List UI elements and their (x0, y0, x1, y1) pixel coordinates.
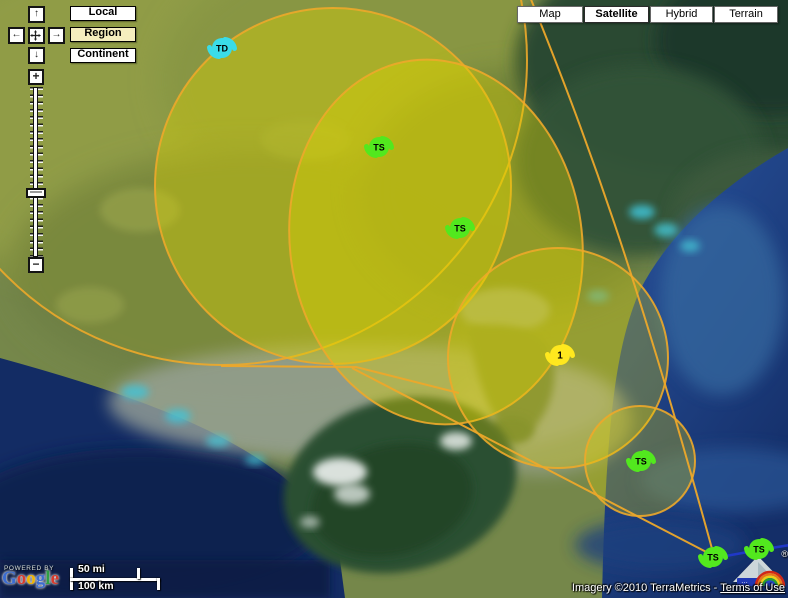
storm-marker-label: TS (635, 457, 647, 467)
map-type-map-button[interactable]: Map (517, 6, 583, 23)
arrow-up-icon: ↑ (34, 8, 39, 19)
scale-miles-label: 50 mi (78, 563, 105, 575)
move-cross-icon (30, 30, 41, 41)
storm-marker-label: TS (454, 224, 466, 234)
zoom-in-button[interactable]: + (28, 69, 44, 85)
map-type-hybrid-button[interactable]: Hybrid (650, 6, 713, 23)
map-type-satellite-button[interactable]: Satellite (584, 6, 649, 23)
imagery-copyright-text: Imagery ©2010 TerraMetrics - (572, 582, 720, 594)
google-logo-letter: o (17, 568, 27, 589)
google-logo-letter: g (36, 568, 46, 589)
view-level-continent-button[interactable]: Continent (70, 48, 136, 63)
map-canvas[interactable]: … ® TDTSTS1TSTSTS ↑ ← → ↓ Local Region C… (0, 0, 788, 598)
zoom-slider-track[interactable] (30, 87, 43, 257)
zoom-out-button[interactable]: − (28, 257, 44, 273)
storm-marker-label: TD (216, 44, 228, 54)
storm-marker-label: 1 (557, 351, 563, 362)
pan-left-button[interactable]: ← (8, 27, 25, 44)
google-logo-letter: o (26, 568, 36, 589)
google-logo-letter: G (2, 568, 17, 589)
map-type-terrain-button[interactable]: Terrain (714, 6, 778, 23)
zoom-slider-rail (33, 87, 38, 257)
arrow-left-icon: ← (12, 29, 22, 40)
scale-km-label: 100 km (78, 580, 114, 592)
storm-forecast-overlay: TD TS TS 1 TS TS TS (0, 0, 788, 598)
pan-up-button[interactable]: ↑ (28, 6, 45, 23)
pan-right-button[interactable]: → (48, 27, 65, 44)
pan-center-button[interactable] (28, 27, 45, 44)
storm-marker-label: TS (753, 545, 765, 555)
google-logo[interactable]: Google (2, 569, 59, 589)
view-level-region-button[interactable]: Region (70, 27, 136, 42)
attribution: Imagery ©2010 TerraMetrics - Terms of Us… (572, 582, 785, 594)
storm-marker-label: TS (373, 143, 385, 153)
arrow-down-icon: ↓ (34, 49, 39, 60)
storm-marker-tropical-storm[interactable]: TS (747, 539, 772, 559)
terms-of-use-link[interactable]: Terms of Use (720, 582, 785, 594)
arrow-right-icon: → (52, 29, 62, 40)
scale-bar-mile-tick (137, 568, 140, 579)
storm-marker-label: TS (707, 553, 719, 563)
pan-down-button[interactable]: ↓ (28, 47, 45, 64)
google-logo-letter: e (51, 568, 59, 589)
zoom-slider-handle[interactable] (26, 188, 46, 198)
view-level-local-button[interactable]: Local (70, 6, 136, 21)
scale-bar-km-tick (157, 578, 160, 590)
